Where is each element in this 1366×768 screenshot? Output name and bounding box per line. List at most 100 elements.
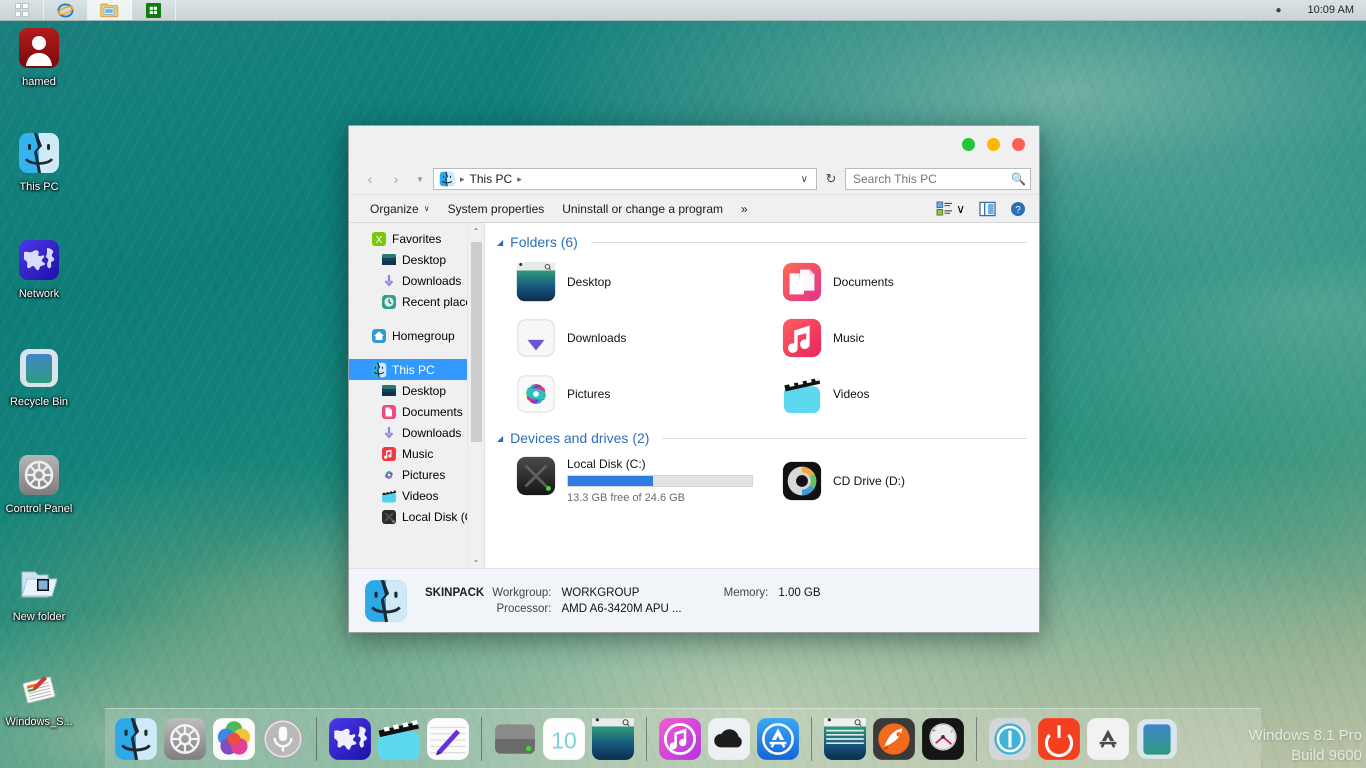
sidebar-item-recent-places[interactable]: Recent places — [349, 291, 484, 312]
recent-locations-button[interactable]: ▼ — [411, 175, 429, 184]
dock-item-itunes[interactable] — [657, 716, 703, 762]
dock-item-activity-monitor[interactable]: + ♪ — [920, 716, 966, 762]
folder-item-downloads[interactable]: Downloads — [495, 310, 761, 366]
desktop-icon-recycle-bin[interactable]: Recycle Bin — [2, 348, 76, 409]
close-button[interactable] — [1012, 138, 1025, 151]
desktop-icon-control-panel[interactable]: Control Panel — [2, 455, 76, 516]
dock-item-color-picker[interactable] — [211, 716, 257, 762]
sidebar-item-videos[interactable]: Videos — [349, 485, 484, 506]
sidebar-item-local-disk[interactable]: Local Disk (C:) — [349, 506, 484, 527]
breadcrumb-path[interactable]: This PC — [470, 172, 513, 186]
system-properties-button[interactable]: System properties — [439, 198, 554, 220]
dock-item-notes[interactable] — [425, 716, 471, 762]
dock-item-desktop[interactable] — [590, 716, 636, 762]
tray-dot-icon[interactable]: ● — [1275, 5, 1281, 16]
sidebar-item-pictures[interactable]: Pictures — [349, 464, 484, 485]
overflow-chevron-button[interactable]: » — [732, 198, 757, 220]
appstore-grey-icon — [1087, 717, 1129, 760]
finder-icon — [371, 362, 387, 377]
sidebar-item-music[interactable]: Music — [349, 443, 484, 464]
dock-item-quicktime[interactable] — [376, 716, 422, 762]
window-titlebar[interactable] — [349, 126, 1039, 164]
folder-item-desktop[interactable]: Desktop — [495, 254, 761, 310]
collapse-triangle-icon[interactable]: ◢ — [497, 238, 503, 247]
drive-item-cd[interactable]: CD Drive (D:) — [761, 450, 1027, 512]
scrollbar-track[interactable] — [468, 240, 485, 551]
start-button[interactable] — [0, 0, 44, 20]
search-box[interactable]: 🔍 — [845, 168, 1031, 190]
dock-item-safari[interactable] — [327, 716, 373, 762]
folder-item-documents[interactable]: Documents — [761, 254, 1027, 310]
desktop-icon-hamed[interactable]: hamed — [2, 28, 76, 89]
store-button[interactable] — [132, 0, 176, 20]
help-button[interactable]: ? — [1005, 198, 1031, 220]
desktop-icon-label: New folder — [12, 611, 66, 623]
drive-item-local-disk[interactable]: Local Disk (C:) 13.3 GB free of 24.6 GB — [495, 450, 761, 512]
dock-item-app-store-grey[interactable] — [1085, 716, 1131, 762]
sidebar-item-homegroup[interactable]: Homegroup — [349, 325, 484, 346]
folder-item-music[interactable]: Music — [761, 310, 1027, 366]
finder-icon — [365, 579, 407, 622]
zoom-button[interactable] — [962, 138, 975, 151]
refresh-button[interactable]: ↻ — [821, 171, 841, 187]
windows-store-icon — [146, 2, 161, 18]
folder-item-pictures[interactable]: Pictures — [495, 366, 761, 422]
forward-button[interactable]: › — [385, 168, 407, 190]
folder-label: Videos — [833, 387, 870, 401]
breadcrumb[interactable]: ▸ This PC ▸ ∨ — [433, 168, 817, 190]
dock-item-finder-window[interactable] — [822, 716, 868, 762]
dock-item-system-preferences[interactable] — [162, 716, 208, 762]
dock-separator-3 — [646, 716, 647, 761]
folders-group-header[interactable]: ◢ Folders (6) — [497, 234, 1027, 250]
sidebar-item-downloads-fav[interactable]: Downloads — [349, 270, 484, 291]
sidebar-item-downloads[interactable]: Downloads — [349, 422, 484, 443]
sidebar-item-label: Documents — [402, 404, 463, 419]
scrollbar-thumb[interactable] — [470, 242, 482, 442]
sidebar-item-this-pc[interactable]: This PC — [349, 359, 484, 380]
preview-pane-button[interactable] — [974, 198, 1001, 220]
dock-item-siri[interactable] — [260, 716, 306, 762]
file-explorer-button[interactable] — [88, 0, 132, 20]
help-icon: ? — [1011, 201, 1025, 216]
sidebar-item-documents[interactable]: Documents — [349, 401, 484, 422]
scroll-down-button[interactable]: ⌄ — [468, 551, 485, 568]
dock-item-finder[interactable] — [113, 716, 159, 762]
dock-item-shutdown[interactable] — [1036, 716, 1082, 762]
folder-item-videos[interactable]: Videos — [761, 366, 1027, 422]
organize-menu[interactable]: Organize ∨ — [361, 198, 439, 220]
desktop-icon-new-folder[interactable]: New folder — [2, 563, 76, 624]
breadcrumb-separator-trailing[interactable]: ▸ — [515, 174, 524, 185]
search-input[interactable] — [853, 172, 1012, 186]
dock-item-trash[interactable] — [1134, 716, 1180, 762]
devices-group-header[interactable]: ◢ Devices and drives (2) — [497, 430, 1027, 446]
file-explorer-window: ‹ › ▼ ▸ This PC ▸ ∨ ↻ 🔍 Organize — [348, 125, 1040, 633]
dock-item-os-version[interactable]: 10 — [541, 716, 587, 762]
navpane-scrollbar[interactable]: ⌃ ⌄ — [467, 223, 484, 568]
back-button[interactable]: ‹ — [359, 168, 381, 190]
uninstall-program-button[interactable]: Uninstall or change a program — [553, 198, 732, 220]
dock-item-hard-drive[interactable] — [492, 716, 538, 762]
dock-item-icloud[interactable] — [706, 716, 752, 762]
change-view-button[interactable]: ∨ — [931, 198, 970, 219]
details-table: SKINPACK Workgroup: WORKGROUP Memory: 1.… — [423, 584, 863, 618]
search-icon[interactable]: 🔍 — [1011, 172, 1026, 186]
sidebar-item-desktop[interactable]: Desktop — [349, 380, 484, 401]
devices-grid: Local Disk (C:) 13.3 GB free of 24.6 GB — [495, 450, 1027, 512]
desktop-icon-network[interactable]: Network — [2, 240, 76, 301]
dock-item-app-store[interactable] — [755, 716, 801, 762]
sidebar-item-desktop-fav[interactable]: Desktop — [349, 249, 484, 270]
desktop-icon-windows-s[interactable]: Windows_S... — [2, 668, 76, 729]
collapse-triangle-icon[interactable]: ◢ — [497, 434, 503, 443]
dock-item-launchpad[interactable] — [871, 716, 917, 762]
sidebar-item-favorites[interactable]: X Favorites — [349, 228, 484, 249]
clock[interactable]: 10:09 AM — [1308, 4, 1354, 16]
address-bar-row: ‹ › ▼ ▸ This PC ▸ ∨ ↻ 🔍 — [349, 164, 1039, 194]
sidebar-item-label: Downloads — [402, 425, 462, 440]
minimize-button[interactable] — [987, 138, 1000, 151]
desktop-icon-this-pc[interactable]: This PC — [2, 133, 76, 194]
desktop-wallpaper-icon — [516, 262, 556, 302]
address-dropdown-icon[interactable]: ∨ — [795, 174, 814, 185]
scroll-up-button[interactable]: ⌃ — [468, 223, 485, 240]
internet-explorer-button[interactable] — [44, 0, 88, 20]
dock-item-one-password[interactable] — [987, 716, 1033, 762]
